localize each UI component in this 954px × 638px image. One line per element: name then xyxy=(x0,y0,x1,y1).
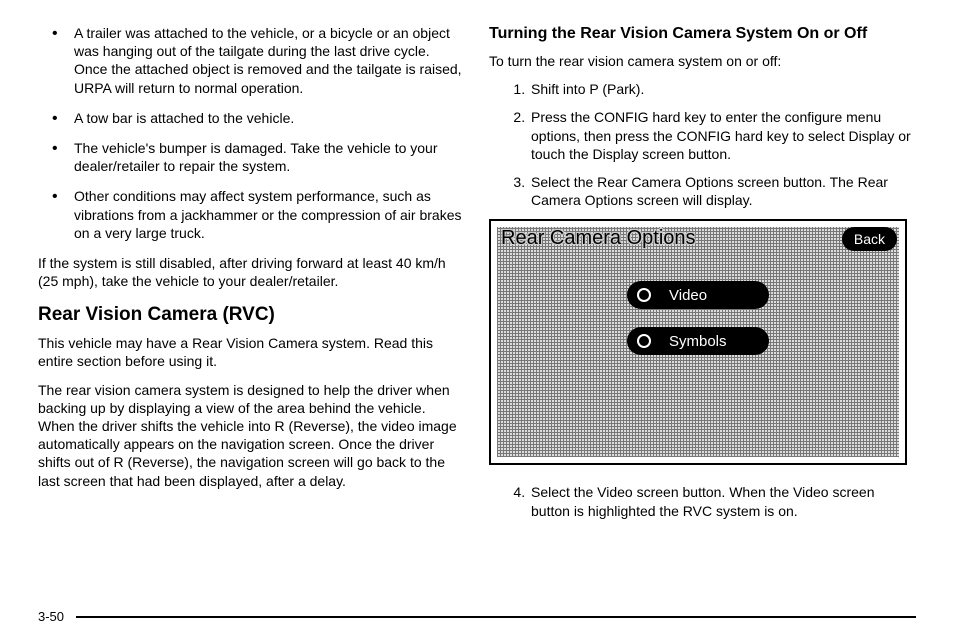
paragraph: The rear vision camera system is designe… xyxy=(38,381,465,490)
step-item: Select the Rear Camera Options screen bu… xyxy=(529,173,916,209)
video-button[interactable]: Video xyxy=(627,281,769,309)
paragraph: To turn the rear vision camera system on… xyxy=(489,52,916,70)
heading-turning-rvc: Turning the Rear Vision Camera System On… xyxy=(489,24,916,44)
steps-list: Shift into P (Park). Press the CONFIG ha… xyxy=(489,80,916,209)
bullet-item: A trailer was attached to the vehicle, o… xyxy=(74,24,465,97)
footer-rule xyxy=(76,616,916,618)
paragraph: If the system is still disabled, after d… xyxy=(38,254,465,290)
page-number: 3-50 xyxy=(38,609,64,624)
heading-rvc: Rear Vision Camera (RVC) xyxy=(38,304,465,326)
left-column: A trailer was attached to the vehicle, o… xyxy=(38,24,465,530)
screen-title: Rear Camera Options xyxy=(499,227,698,250)
symbols-button[interactable]: Symbols xyxy=(627,327,769,355)
symbols-label: Symbols xyxy=(669,333,727,350)
bullet-item: A tow bar is attached to the vehicle. xyxy=(74,109,465,127)
bullet-list: A trailer was attached to the vehicle, o… xyxy=(38,24,465,242)
paragraph: This vehicle may have a Rear Vision Came… xyxy=(38,334,465,370)
radio-icon xyxy=(637,288,651,302)
step-item: Select the Video screen button. When the… xyxy=(529,483,916,519)
bullet-item: The vehicle's bumper is damaged. Take th… xyxy=(74,139,465,175)
radio-icon xyxy=(637,334,651,348)
bullet-item: Other conditions may affect system perfo… xyxy=(74,187,465,242)
video-label: Video xyxy=(669,287,707,304)
rear-camera-options-screen: Rear Camera Options Back Video Symbols xyxy=(489,219,907,465)
page-footer: 3-50 xyxy=(38,609,916,624)
right-column: Turning the Rear Vision Camera System On… xyxy=(489,24,916,530)
steps-list-continued: Select the Video screen button. When the… xyxy=(489,483,916,519)
step-item: Press the CONFIG hard key to enter the c… xyxy=(529,108,916,163)
step-item: Shift into P (Park). xyxy=(529,80,916,98)
back-button[interactable]: Back xyxy=(842,227,897,251)
